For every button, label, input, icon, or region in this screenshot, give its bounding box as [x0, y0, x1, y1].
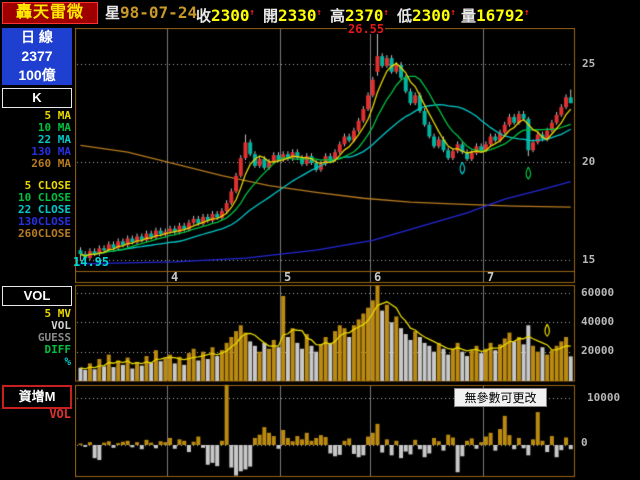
- weekday-label: 星: [105, 5, 120, 22]
- price-axis-tick: 20: [582, 156, 595, 167]
- x-tick-month: 6: [374, 271, 381, 283]
- price-axis-tick: 15: [582, 254, 595, 265]
- volume-axis-tick: 20000: [581, 345, 614, 356]
- k-chart-button[interactable]: K: [2, 88, 72, 108]
- ma-legend: 5 MA 10 MA 22 MA 130 MA 260 MA: [0, 110, 71, 170]
- stock-info-box[interactable]: 日 線 2377 100億: [2, 28, 72, 85]
- stat-low-label: 低: [397, 8, 412, 25]
- stat-open-label: 開: [263, 8, 278, 25]
- stat-volume-label: 量: [461, 8, 476, 25]
- stock-code: 2377: [2, 47, 72, 66]
- up-arrow-icon: ↑: [451, 8, 456, 18]
- up-arrow-icon: ↑: [524, 8, 529, 18]
- stat-volume-value: 16792: [476, 6, 524, 25]
- market-cap: 100億: [2, 66, 72, 85]
- stat-close-value: 2300: [211, 6, 250, 25]
- vol-pane-button[interactable]: VOL: [2, 286, 72, 306]
- vol-legend: 5 MV VOL GUESS DIFF %: [0, 308, 71, 368]
- up-arrow-icon: ↑: [250, 8, 255, 18]
- fund-vol-label: VOL: [0, 407, 71, 421]
- stat-open: 開2330↑: [263, 4, 322, 22]
- stock-chart-canvas[interactable]: [75, 28, 576, 479]
- date-value: 98-07-24: [120, 3, 197, 22]
- stat-high-label: 高: [330, 8, 345, 25]
- vol-legend-item: DIFF: [0, 344, 71, 356]
- x-tick-month: 4: [171, 271, 178, 283]
- volume-axis-tick: 60000: [581, 287, 614, 298]
- price-axis-tick: 25: [582, 58, 595, 69]
- period-label: 日 線: [2, 28, 72, 47]
- ma-legend-item: 260 MA: [0, 158, 71, 170]
- high-annotation: 26.55: [347, 25, 385, 34]
- x-tick-month: 7: [487, 271, 494, 283]
- stat-close-label: 收: [196, 8, 211, 25]
- app-window: 轟天雷微 星98-07-24 收2300↑ 開2330↑ 高2370↑ 低230…: [0, 0, 640, 480]
- date-group: 星98-07-24: [105, 4, 197, 22]
- close-legend: 5 CLOSE 10 CLOSE 22 CLOSE 130CLOSE 260CL…: [0, 180, 71, 240]
- tooltip: 無參數可更改: [454, 388, 547, 407]
- x-tick-month: 5: [284, 271, 291, 283]
- stat-volume: 量16792↑: [461, 4, 530, 22]
- stat-open-value: 2330: [278, 6, 317, 25]
- stat-low: 低2300↑: [397, 4, 456, 22]
- stat-high: 高2370↑: [330, 4, 389, 22]
- up-arrow-icon: ↑: [384, 8, 389, 18]
- low-annotation: 14.95: [73, 256, 109, 268]
- diff-axis-tick: 0: [581, 437, 588, 448]
- diff-axis-tick: 10000: [587, 392, 620, 403]
- fund-pane-button[interactable]: 資增M: [2, 385, 72, 409]
- stat-close: 收2300↑: [196, 4, 255, 22]
- close-legend-item: 260CLOSE: [0, 228, 71, 240]
- app-logo-button[interactable]: 轟天雷微: [2, 2, 98, 24]
- up-arrow-icon: ↑: [317, 8, 322, 18]
- stat-low-value: 2300: [412, 6, 451, 25]
- volume-axis-tick: 40000: [581, 316, 614, 327]
- vol-legend-item: %: [0, 356, 71, 368]
